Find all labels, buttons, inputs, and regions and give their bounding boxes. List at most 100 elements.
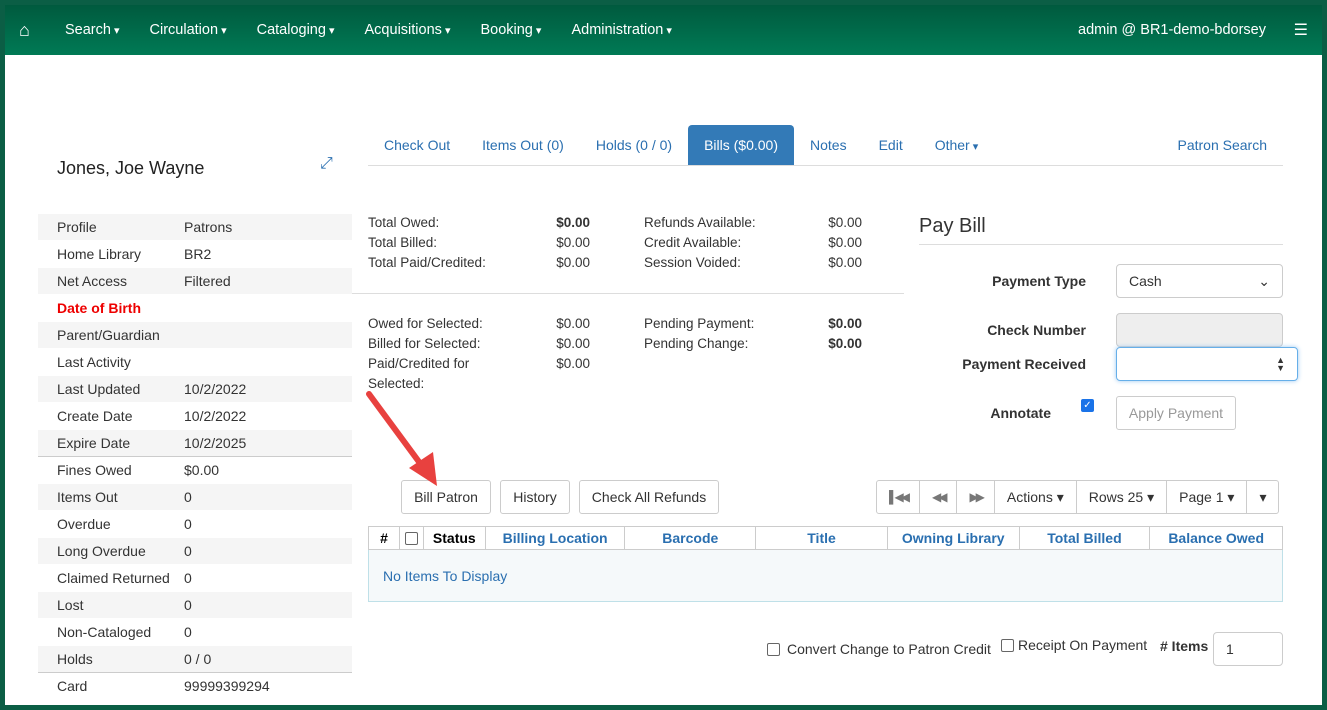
grid-toolbar: ▌◀◀ ◀◀ ▶▶ Actions ▾ Rows 25 ▾ Page 1 ▾ ▾ [876,480,1280,514]
field-value: Filtered [184,273,231,289]
field-value: 0 [184,516,192,532]
nav-booking[interactable]: Booking [480,22,541,38]
patron-search-link[interactable]: Patron Search [1162,125,1284,165]
bills-table-header: # Status Billing Location Barcode Title Ownin… [368,526,1283,550]
summary-label: Credit Available: [644,235,742,250]
patron-summary: Profile Patrons Home Library BR2 Net Access F… [38,213,352,699]
payment-type-select[interactable]: Cash ⌄ [1116,264,1283,298]
summary-row: Paid/Credited for Selected: $0.00 [368,354,590,394]
actions-dropdown[interactable]: Actions ▾ [993,481,1076,513]
patron-field-row: Home Library BR2 [38,240,352,267]
annotate-checkbox[interactable]: ✓ [1081,399,1094,412]
field-label: Lost [57,597,84,613]
column-header[interactable]: Owning Library [886,527,1019,549]
column-header[interactable]: Billing Location [484,527,625,549]
tab-other[interactable]: Other [919,125,995,165]
summary-row: Pending Change: $0.00 [644,334,862,354]
column-header[interactable]: Title [755,527,887,549]
receipt-label: Receipt On Payment [1018,637,1148,653]
next-page-icon[interactable]: ▶▶ [956,481,993,513]
items-label: # Items [1160,638,1209,654]
field-value: 10/2/2022 [184,381,247,397]
convert-change-checkbox[interactable] [767,642,780,656]
tab-notes[interactable]: Notes [794,125,863,165]
patron-field-row: Net Access Filtered [38,267,352,294]
patron-field-row: Card 99999399294 [38,672,352,699]
column-options-dropdown[interactable]: ▾ [1246,481,1278,513]
top-navbar: ⌂ Search Circulation Cataloging Acquisit… [5,5,1322,55]
summary-label: Total Paid/Credited: [368,255,486,270]
column-header[interactable]: Balance Owed [1149,527,1282,549]
pin-icon[interactable]: ⤢ [320,155,333,173]
home-icon[interactable]: ⌂ [19,20,39,41]
field-label: Last Updated [57,381,141,397]
tab-items-out[interactable]: Items Out (0) [466,125,580,165]
empty-message: No Items To Display [368,550,1283,602]
column-header[interactable]: Barcode [624,527,755,549]
summary-label: Paid/Credited for Selected: [368,356,470,391]
field-label: Holds [57,651,93,667]
column-header[interactable]: Total Billed [1018,527,1150,549]
nav-administration[interactable]: Administration [571,22,671,38]
payment-received-label: Payment Received [962,356,1086,372]
payment-received-input[interactable]: ▲ ▼ [1116,347,1298,381]
field-label: Net Access [57,273,128,289]
checkbox-icon[interactable] [404,531,418,545]
tab-holds[interactable]: Holds (0 / 0) [580,125,688,165]
field-value: 10/2/2022 [184,408,247,424]
summary-label: Owed for Selected: [368,316,483,331]
rows-dropdown[interactable]: Rows 25 ▾ [1075,481,1166,513]
tab-check-out[interactable]: Check Out [368,125,466,165]
tab-edit[interactable]: Edit [863,125,919,165]
field-value: 0 [184,570,192,586]
patron-field-row: Profile Patrons [38,213,352,240]
apply-payment-button[interactable]: Apply Payment [1116,396,1236,430]
field-label: Fines Owed [57,462,132,478]
field-label: Create Date [57,408,133,424]
user-menu[interactable]: admin @ BR1-demo-bdorsey [1078,22,1266,38]
field-label: Long Overdue [57,543,146,559]
convert-change-option[interactable]: Convert Change to Patron Credit [767,641,991,657]
app: ⌂ Search Circulation Cataloging Acquisit… [5,5,1322,705]
summary-label: Total Owed: [368,215,440,230]
summary-value: $0.00 [556,255,590,270]
patron-field-row: Expire Date 10/2/2025 [38,429,352,456]
receipt-checkbox[interactable] [1001,638,1014,652]
field-label: Last Activity [57,354,131,370]
field-value: 10/2/2025 [184,435,247,451]
spinner-icon[interactable]: ▲ ▼ [1276,356,1285,373]
patron-field-row: Items Out 0 [38,483,352,510]
convert-change-label: Convert Change to Patron Credit [787,641,991,657]
history-button[interactable]: History [500,480,570,514]
select-all-checkbox[interactable] [398,527,423,549]
tab-bills[interactable]: Bills ($0.00) [688,125,794,165]
field-value: 0 / 0 [184,651,212,667]
nav-acquisitions[interactable]: Acquisitions [365,22,451,38]
nav-circulation[interactable]: Circulation [150,22,227,38]
items-count-input[interactable]: 1 [1213,632,1283,666]
summary-row: Credit Available: $0.00 [644,233,862,253]
column-header[interactable]: # [369,527,399,549]
previous-page-icon[interactable]: ◀◀ [918,481,956,513]
patron-field-row: Date of Birth [38,294,352,321]
field-value: 0 [184,543,192,559]
check-all-refunds-button[interactable]: Check All Refunds [579,480,719,514]
selected-left: Owed for Selected: $0.00 Billed for Select… [368,314,590,394]
patron-field-row: Claimed Returned 0 [38,564,352,591]
patron-name: Jones, Joe Wayne [57,158,205,178]
summary-row: Pending Payment: $0.00 [644,314,862,334]
receipt-option[interactable]: Receipt On Payment [1001,637,1147,653]
column-header[interactable]: Status [422,527,485,549]
summary-label: Total Billed: [368,235,438,250]
patron-field-row: Non-Cataloged 0 [38,618,352,645]
nav-cataloging[interactable]: Cataloging [257,22,335,38]
check-number-input[interactable] [1116,313,1283,347]
first-page-icon[interactable]: ▌◀◀ [877,481,919,513]
pay-bill-title: Pay Bill [919,215,1283,245]
page-dropdown[interactable]: Page 1 ▾ [1166,481,1246,513]
nav-search[interactable]: Search [65,22,120,38]
hamburger-icon[interactable]: ☰ [1294,20,1308,40]
summary-row: Total Billed: $0.00 [368,233,590,253]
actions-label: Actions [1006,489,1053,505]
field-value: 99999399294 [184,678,270,694]
